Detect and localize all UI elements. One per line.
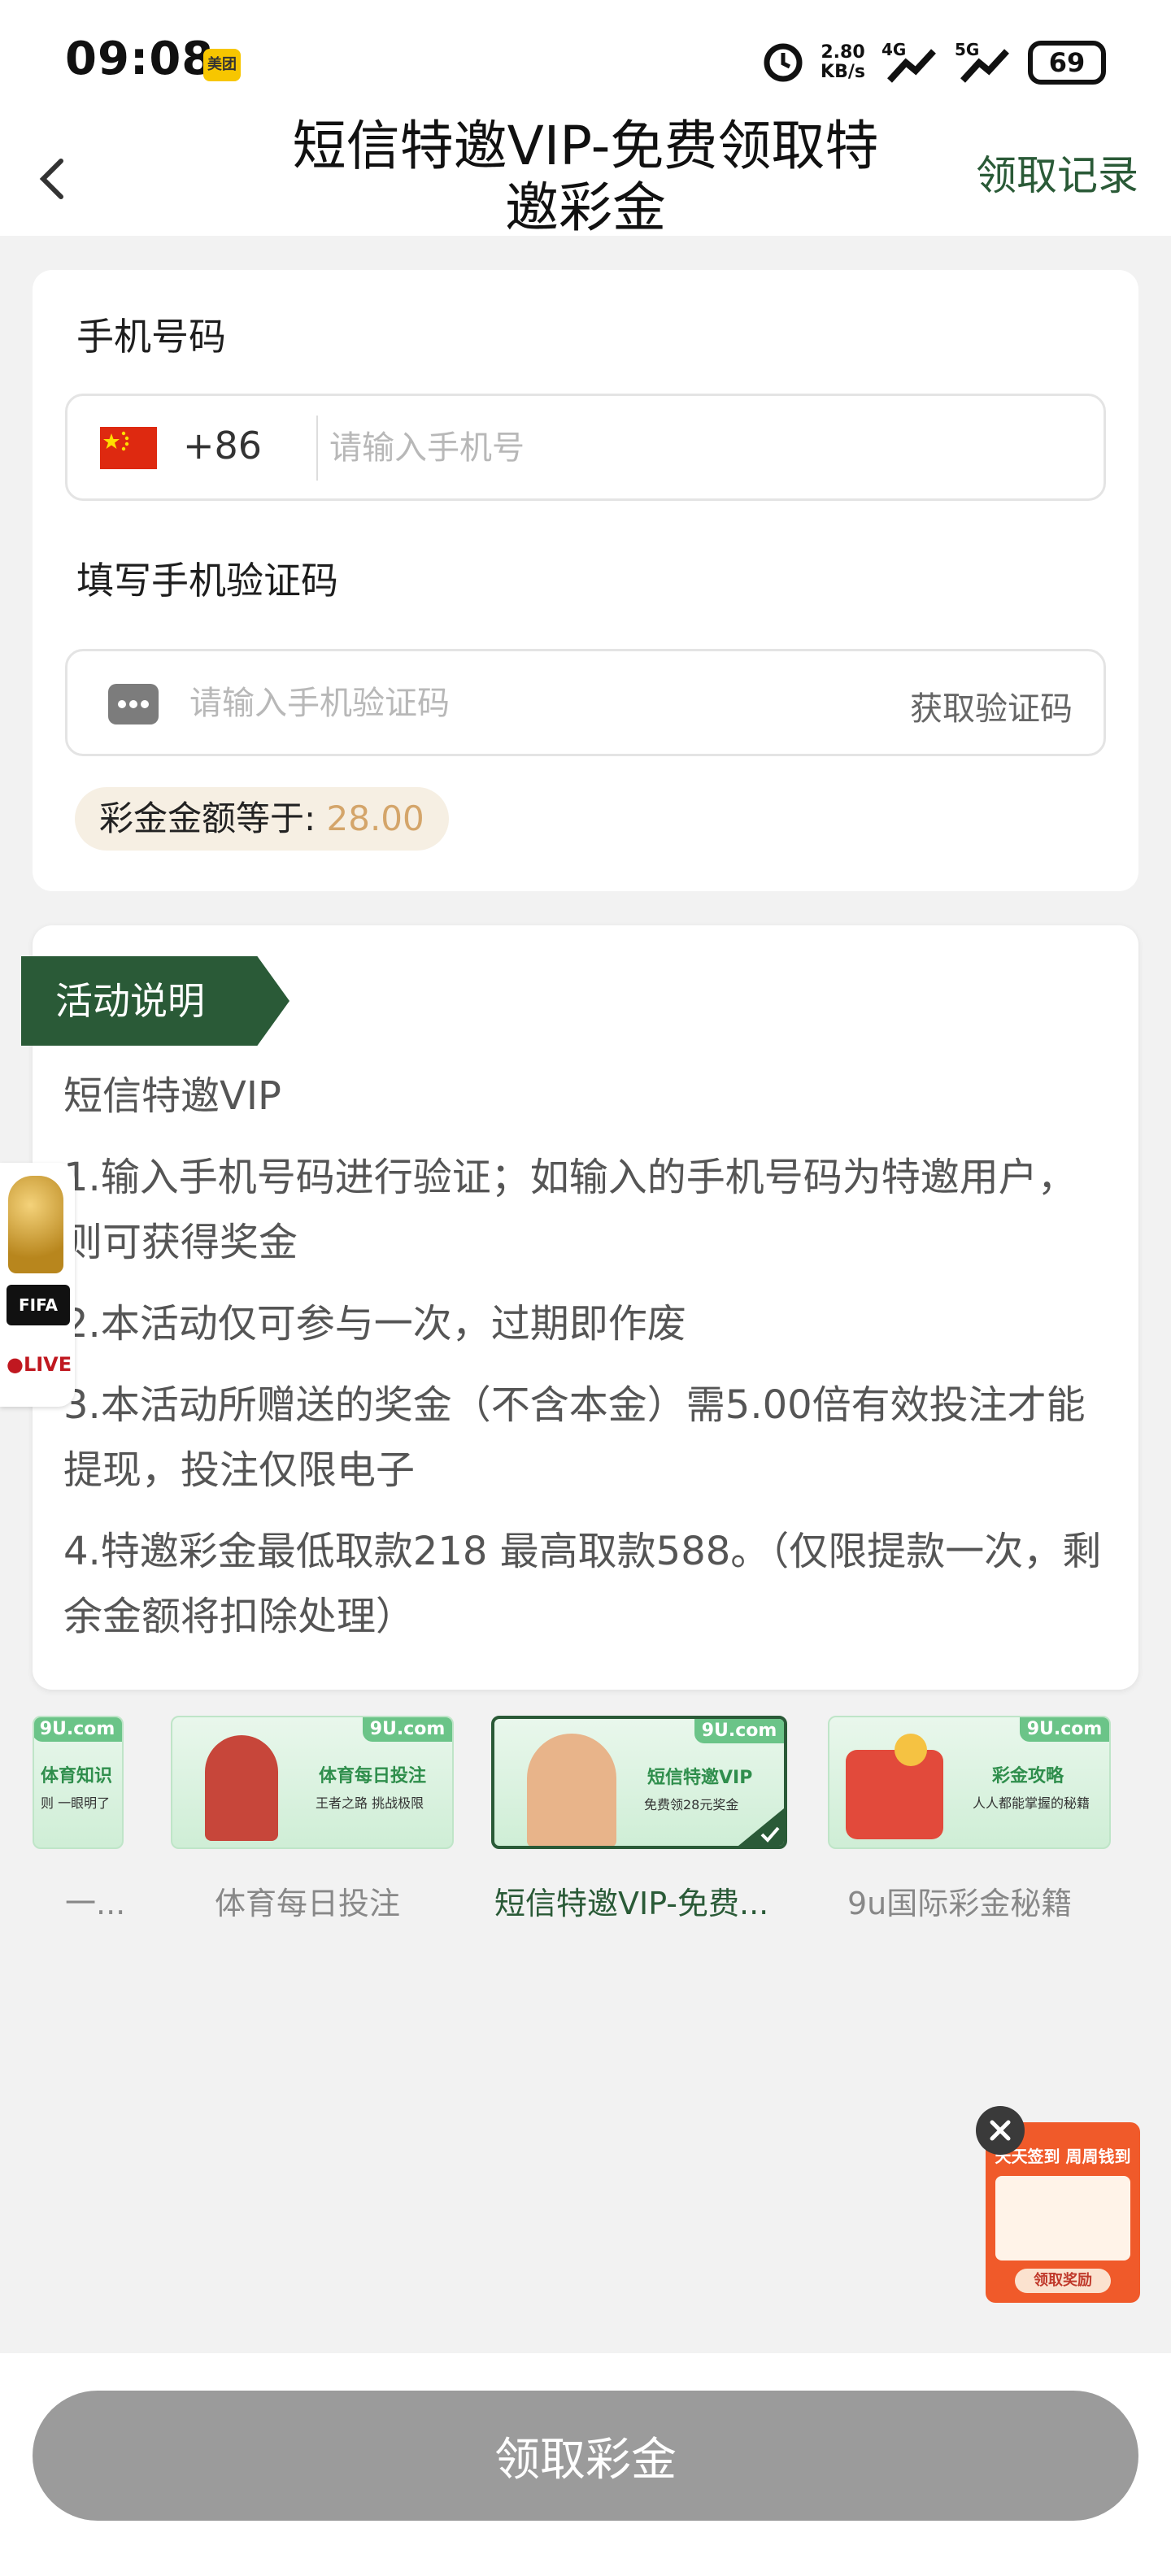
promo-ribbon: 9U.com xyxy=(363,1717,452,1742)
status-indicators: 2.80 KB/s 4G 5G 69 xyxy=(762,36,1106,89)
network-speed: 2.80 KB/s xyxy=(821,42,865,82)
promo-headline: 短信特邀VIP xyxy=(647,1768,753,1788)
activity-description: 活动说明 短信特邀VIP 1.输入手机号码进行验证；如输入的手机号码为特邀用户，… xyxy=(21,925,1138,1690)
promo-headline: 体育知识 xyxy=(41,1766,113,1786)
promo-image: 9U.com 短信特邀VIP 免费领28元奖金 xyxy=(491,1716,787,1849)
phone-label: 手机号码 xyxy=(76,315,226,359)
trophy-icon xyxy=(8,1176,63,1273)
promo-image: 9U.com 体育每日投注 王者之路 挑战极限 xyxy=(171,1716,454,1849)
back-button[interactable] xyxy=(23,148,80,210)
activity-title: 短信特邀VIP xyxy=(63,1073,281,1119)
alarm-icon xyxy=(764,43,803,82)
page: 09:08 美团 2.80 KB/s 4G 5G 69 短信特邀VIP-免费领取… xyxy=(0,0,1171,2576)
promo-ribbon: 9U.com xyxy=(34,1717,122,1742)
rule-item: 2.本活动仅可参与一次，过期即作废 xyxy=(63,1301,686,1347)
battery-icon: 69 xyxy=(1028,41,1106,85)
promo-carousel[interactable]: 9U.com 体育知识 则 一眼明了 一... 9U.com 体育每日投注 王者… xyxy=(33,1716,1171,1921)
daily-signin-widget[interactable]: 天天签到 周周钱到 领取奖励 xyxy=(968,2106,1155,2309)
coin-image xyxy=(895,1734,927,1766)
activity-tag: 活动说明 xyxy=(21,956,289,1046)
activity-text: 短信特邀VIP 1.输入手机号码进行验证；如输入的手机号码为特邀用户，则可获得奖… xyxy=(63,1064,1112,1665)
country-code[interactable]: +86 xyxy=(183,424,262,468)
promo-image: 9U.com 体育知识 则 一眼明了 xyxy=(33,1716,124,1849)
page-title: 短信特邀VIP-免费领取特邀彩金 xyxy=(292,115,879,239)
app-badge-icon: 美团 xyxy=(203,49,241,81)
rule-item: 1.输入手机号码进行验证；如输入的手机号码为特邀用户，则可获得奖金 xyxy=(63,1155,1077,1265)
signin-calendar xyxy=(995,2176,1130,2261)
get-code-button[interactable]: 获取验证码 xyxy=(910,682,1073,729)
signal-5g-icon: 5G xyxy=(955,40,1012,85)
verification-form: 手机号码 +86 填写手机验证码 获取验证码 xyxy=(33,270,1138,891)
promo-ribbon: 9U.com xyxy=(694,1719,784,1743)
china-flag-icon[interactable] xyxy=(100,427,157,469)
phone-input[interactable] xyxy=(329,416,1061,481)
promo-caption: 体育每日投注 xyxy=(215,1886,401,1921)
status-bar: 09:08 美团 2.80 KB/s 4G 5G 69 xyxy=(0,0,1171,122)
signin-claim-button[interactable]: 领取奖励 xyxy=(1015,2269,1111,2293)
signal-4g-icon: 4G xyxy=(882,40,938,85)
promo-caption: 一... xyxy=(65,1886,126,1921)
claim-record-link[interactable]: 领取记录 xyxy=(976,143,1138,202)
promo-ribbon: 9U.com xyxy=(1020,1717,1109,1742)
code-field[interactable]: 获取验证码 xyxy=(65,649,1106,756)
promo-subline: 则 一眼明了 xyxy=(41,1795,111,1811)
close-icon xyxy=(990,2120,1011,2141)
amount-value: 28.00 xyxy=(326,798,424,838)
code-label: 填写手机验证码 xyxy=(76,559,338,603)
chevron-left-icon xyxy=(39,159,63,199)
amount-label: 彩金金额等于: xyxy=(99,798,327,838)
red-box-image xyxy=(846,1750,943,1839)
promo-headline: 彩金攻略 xyxy=(992,1766,1064,1786)
model-figure xyxy=(527,1734,616,1846)
bottom-bar: 领取彩金 xyxy=(0,2353,1171,2576)
status-time: 09:08 xyxy=(65,33,215,85)
close-button[interactable] xyxy=(976,2106,1025,2155)
promo-headline: 体育每日投注 xyxy=(319,1766,427,1786)
rule-item: 4.特邀彩金最低取款218 最高取款588。（仅限提款一次，剩余金额将扣除处理） xyxy=(63,1529,1102,1639)
promo-caption: 短信特邀VIP-免费... xyxy=(494,1886,769,1921)
live-label: ●LIVE xyxy=(7,1353,72,1376)
code-input[interactable] xyxy=(189,671,840,736)
field-divider xyxy=(316,416,318,481)
promo-subline: 人人都能掌握的秘籍 xyxy=(973,1795,1090,1811)
promo-caption: 9u国际彩金秘籍 xyxy=(847,1886,1073,1921)
promo-subline: 王者之路 挑战极限 xyxy=(316,1795,424,1811)
selected-check-icon xyxy=(738,1808,784,1846)
world-cup-live-widget[interactable]: FIFA ●LIVE xyxy=(0,1163,75,1407)
promo-image: 9U.com 彩金攻略 人人都能掌握的秘籍 xyxy=(828,1716,1111,1849)
athlete-figure xyxy=(205,1735,278,1841)
fifa-logo: FIFA xyxy=(7,1285,70,1325)
page-header: 短信特邀VIP-免费领取特邀彩金 领取记录 xyxy=(0,115,1171,239)
rule-item: 3.本活动所赠送的奖金（不含本金）需5.00倍有效投注才能提现，投注仅限电子 xyxy=(63,1382,1086,1493)
message-icon xyxy=(108,684,159,724)
phone-field[interactable]: +86 xyxy=(65,394,1106,501)
amount-badge: 彩金金额等于: 28.00 xyxy=(75,787,449,851)
claim-bonus-button[interactable]: 领取彩金 xyxy=(33,2391,1138,2521)
promo-subline: 免费领28元奖金 xyxy=(644,1797,739,1812)
